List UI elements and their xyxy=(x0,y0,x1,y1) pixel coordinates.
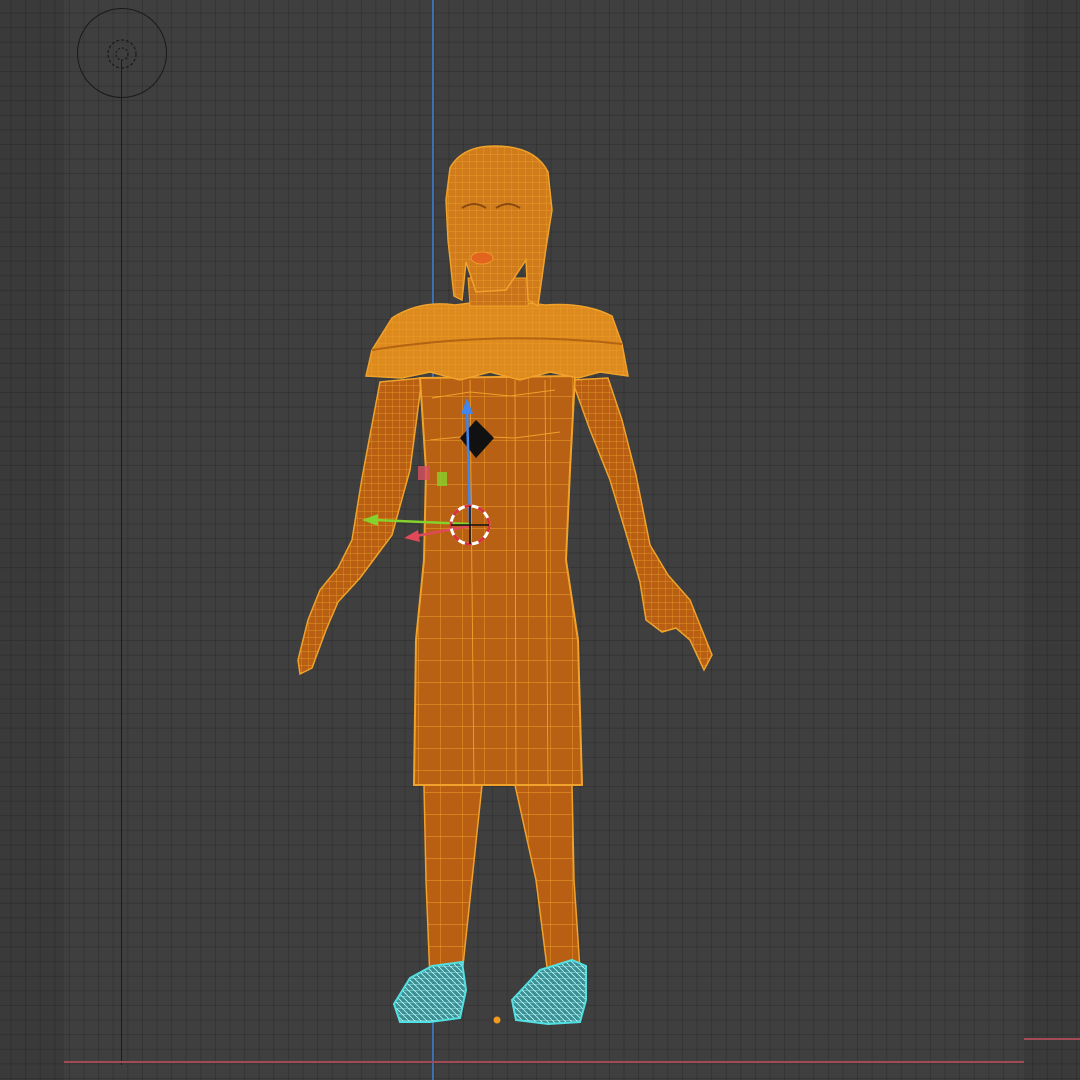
left-arm-mesh[interactable] xyxy=(297,377,423,676)
gizmo-xz-plane-handle[interactable] xyxy=(437,472,447,486)
legs-mesh[interactable] xyxy=(423,784,581,981)
3d-cursor-icon[interactable] xyxy=(449,504,491,546)
collar-ruffle-mesh[interactable] xyxy=(365,300,629,381)
gizmo-x-arrow-icon[interactable] xyxy=(404,530,420,542)
right-arm-mesh[interactable] xyxy=(570,377,713,672)
head-mesh[interactable] xyxy=(445,145,553,308)
navigation-gizmo[interactable] xyxy=(77,8,167,98)
object-origin-icon xyxy=(493,1016,501,1024)
gizmo-yz-plane-handle[interactable] xyxy=(418,466,430,480)
shoes-mesh[interactable] xyxy=(392,958,587,1026)
dress-mesh[interactable] xyxy=(412,374,584,786)
scene-canvas[interactable] xyxy=(0,0,1080,1080)
3d-viewport[interactable] xyxy=(0,0,1080,1080)
lips xyxy=(470,251,494,265)
